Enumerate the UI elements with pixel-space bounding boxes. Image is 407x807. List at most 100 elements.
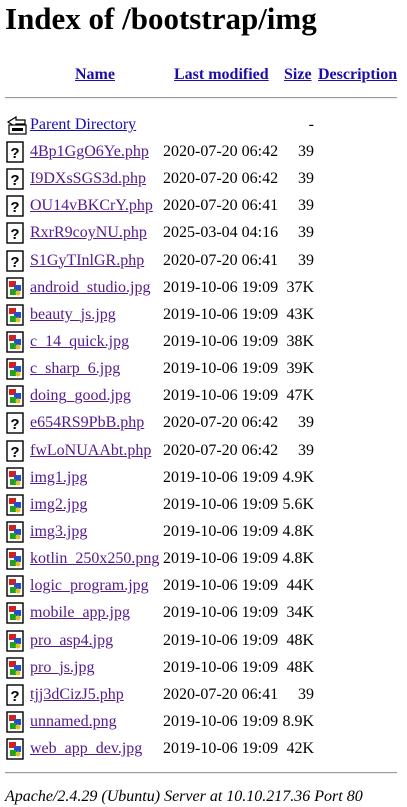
- file-row: unnamed.png 2019-10-06 19:09 8.9K: [0, 711, 407, 738]
- sort-by-last-modified-link[interactable]: Last modified: [174, 66, 269, 83]
- file-size: 4.8K: [282, 550, 314, 568]
- file-link[interactable]: img2.jpg: [30, 496, 87, 513]
- sort-by-size-link[interactable]: Size: [284, 66, 312, 83]
- file-row: ? S1GyTInlGR.php 2020-07-20 06:41 39: [0, 249, 407, 277]
- file-link[interactable]: fwLoNUAAbt.php: [30, 442, 151, 459]
- image-file-icon: [6, 738, 24, 760]
- file-date: 2020-07-20 06:41: [163, 685, 279, 703]
- file-row: img3.jpg 2019-10-06 19:09 4.8K: [0, 521, 407, 548]
- file-date: 2019-10-06 19:09: [163, 577, 279, 595]
- file-date: 2020-07-20 06:41: [163, 251, 279, 269]
- file-link[interactable]: pro_js.jpg: [30, 659, 94, 676]
- file-link[interactable]: web_app_dev.jpg: [30, 740, 142, 757]
- file-date: 2019-10-06 19:09: [163, 658, 279, 676]
- file-size: 44K: [286, 577, 314, 595]
- file-link[interactable]: 4Bp1GgO6Ye.php: [30, 143, 149, 160]
- image-file-icon: [6, 331, 24, 353]
- file-row: doing_good.jpg 2019-10-06 19:09 47K: [0, 385, 407, 412]
- header-divider: [5, 97, 397, 99]
- file-size: 37K: [286, 278, 314, 296]
- image-file-icon: [6, 575, 24, 597]
- svg-text:?: ?: [10, 254, 19, 271]
- file-row: kotlin_250x250.png 2019-10-06 19:09 4.8K: [0, 548, 407, 575]
- file-link[interactable]: kotlin_250x250.png: [30, 550, 159, 567]
- file-date: 2020-07-20 06:41: [163, 197, 279, 215]
- file-date: 2019-10-06 19:09: [163, 550, 279, 568]
- file-date: 2025-03-04 04:16: [163, 224, 279, 242]
- file-size: 4.8K: [282, 522, 314, 540]
- image-file-icon: [6, 304, 24, 326]
- file-link[interactable]: logic_program.jpg: [30, 577, 149, 594]
- file-link[interactable]: c_14_quick.jpg: [30, 333, 129, 350]
- image-file-icon: [6, 711, 24, 733]
- image-file-icon: [6, 358, 24, 380]
- file-link[interactable]: beauty_js.jpg: [30, 306, 116, 323]
- image-file-icon: [6, 385, 24, 407]
- unknown-file-icon: ?: [6, 222, 24, 245]
- svg-text:?: ?: [10, 444, 19, 461]
- file-size: 39: [298, 197, 314, 215]
- column-header-description[interactable]: Description: [318, 64, 397, 86]
- file-size: 4.9K: [282, 468, 314, 486]
- column-header-name[interactable]: Name: [75, 64, 115, 86]
- file-link[interactable]: e654RS9PbB.php: [30, 414, 144, 431]
- unknown-file-icon: ?: [6, 195, 24, 217]
- file-size: 39: [298, 224, 314, 242]
- file-date: 2019-10-06 19:09: [163, 360, 279, 378]
- file-link[interactable]: I9DXsSGS3d.php: [30, 170, 146, 187]
- file-date: 2019-10-06 19:09: [163, 468, 279, 486]
- file-link[interactable]: OU14vBKCrY.php: [30, 197, 153, 214]
- file-link[interactable]: img3.jpg: [30, 523, 87, 540]
- file-row: ? tjj3dCizJ5.php 2020-07-20 06:41 39: [0, 684, 407, 711]
- file-row: img1.jpg 2019-10-06 19:09 4.9K: [0, 466, 407, 494]
- file-link[interactable]: RxrR9coyNU.php: [30, 224, 147, 241]
- file-row: c_sharp_6.jpg 2019-10-06 19:09 39K: [0, 358, 407, 385]
- file-link[interactable]: android_studio.jpg: [30, 279, 150, 296]
- svg-text:?: ?: [10, 416, 19, 433]
- unknown-file-icon: ?: [6, 141, 24, 163]
- file-size: 39: [298, 685, 314, 703]
- file-date: 2020-07-20 06:42: [163, 170, 279, 188]
- file-row: pro_js.jpg 2019-10-06 19:09 48K: [0, 656, 407, 684]
- file-size: 48K: [286, 631, 314, 649]
- unknown-file-icon: ?: [6, 249, 24, 272]
- parent-directory-link[interactable]: Parent Directory: [30, 116, 136, 133]
- file-row: web_app_dev.jpg 2019-10-06 19:09 42K: [0, 738, 407, 765]
- file-date: 2020-07-20 06:42: [163, 143, 279, 160]
- image-file-icon: [6, 521, 24, 543]
- svg-text:?: ?: [10, 199, 19, 216]
- file-link[interactable]: tjj3dCizJ5.php: [30, 686, 124, 703]
- file-row: mobile_app.jpg 2019-10-06 19:09 34K: [0, 602, 407, 629]
- column-header-size[interactable]: Size: [284, 64, 312, 86]
- file-date: 2020-07-20 06:42: [163, 414, 279, 432]
- file-link[interactable]: c_sharp_6.jpg: [30, 360, 120, 377]
- file-link[interactable]: unnamed.png: [30, 713, 117, 730]
- back-icon: [6, 114, 27, 136]
- image-file-icon: [6, 276, 24, 299]
- file-link[interactable]: doing_good.jpg: [30, 387, 131, 404]
- image-file-icon: [6, 494, 24, 516]
- file-row: ? OU14vBKCrY.php 2020-07-20 06:41 39: [0, 195, 407, 222]
- file-link[interactable]: mobile_app.jpg: [30, 604, 130, 621]
- column-header-last-modified[interactable]: Last modified: [174, 64, 269, 86]
- unknown-file-icon: ?: [6, 684, 24, 706]
- file-row: ? RxrR9coyNU.php 2025-03-04 04:16 39: [0, 222, 407, 249]
- file-size: 39K: [286, 360, 314, 378]
- sort-by-description-link[interactable]: Description: [318, 66, 397, 83]
- file-link[interactable]: S1GyTInlGR.php: [30, 252, 144, 269]
- file-date: 2019-10-06 19:09: [163, 631, 279, 649]
- server-signature: Apache/2.4.29 (Ubuntu) Server at 10.10.2…: [5, 788, 363, 805]
- file-size: 47K: [286, 387, 314, 405]
- file-link[interactable]: pro_asp4.jpg: [30, 632, 113, 649]
- file-date: 2019-10-06 19:09: [163, 332, 279, 350]
- image-file-icon: [6, 548, 24, 570]
- file-row: beauty_js.jpg 2019-10-06 19:09 43K: [0, 304, 407, 331]
- svg-text:?: ?: [10, 145, 19, 162]
- file-date: 2019-10-06 19:09: [163, 387, 279, 405]
- file-row: ? fwLoNUAAbt.php 2020-07-20 06:42 39: [0, 439, 407, 467]
- sort-by-name-link[interactable]: Name: [75, 66, 115, 83]
- file-row: c_14_quick.jpg 2019-10-06 19:09 38K: [0, 331, 407, 358]
- page-title: Index of /bootstrap/img: [5, 1, 317, 36]
- file-link[interactable]: img1.jpg: [30, 469, 87, 486]
- image-file-icon: [6, 629, 24, 652]
